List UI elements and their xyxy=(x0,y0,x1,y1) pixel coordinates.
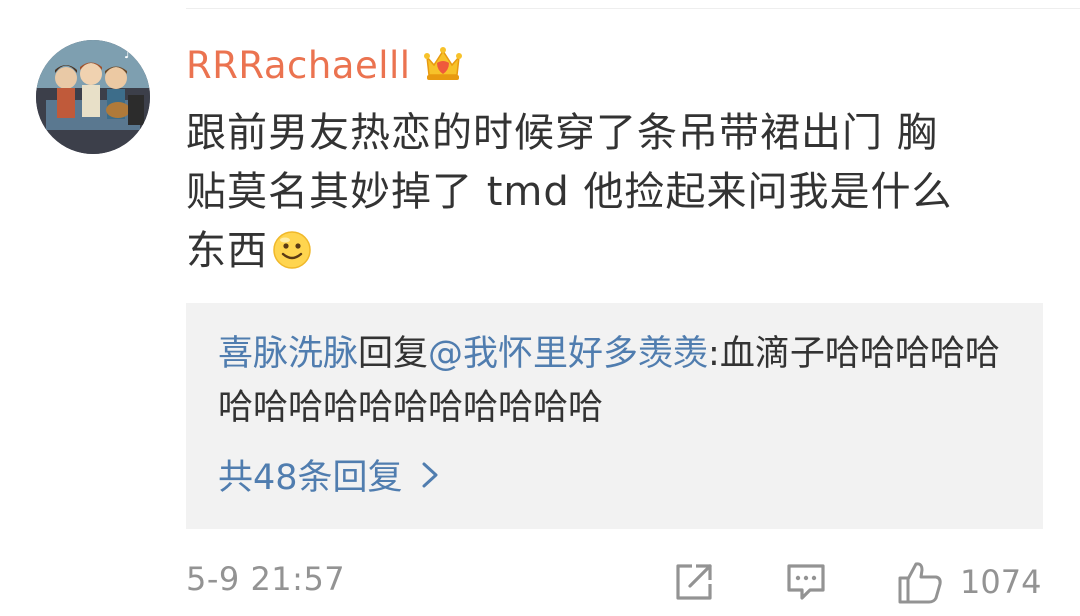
comment-line: 东西 xyxy=(186,222,1026,281)
comment-line: 跟前男友热恋的时候穿了条吊带裙出门 胸 xyxy=(186,110,938,156)
comment-footer: 5-9 21:57 1074 xyxy=(186,556,1046,608)
reply-preview-box[interactable]: 喜脉洗脉回复@我怀里好多羡羡:血滴子哈哈哈哈哈哈哈哈哈哈哈哈哈哈哈哈 共48条回… xyxy=(186,303,1043,529)
view-all-replies-link[interactable]: 共48条回复 xyxy=(218,449,439,500)
like-button[interactable]: 1074 xyxy=(896,556,1041,608)
comment-line: 贴莫名其妙掉了 tmd 他捡起来问我是什么 xyxy=(186,169,953,215)
share-icon xyxy=(676,564,712,600)
reply-text: 喜脉洗脉回复@我怀里好多羡羡:血滴子哈哈哈哈哈哈哈哈哈哈哈哈哈哈哈哈 xyxy=(218,327,1018,435)
like-count: 1074 xyxy=(960,563,1042,601)
share-button[interactable] xyxy=(672,556,716,608)
username-row: RRRachaelll xyxy=(186,38,465,92)
reply-word: 回复 xyxy=(358,334,429,374)
thumbs-up-icon xyxy=(898,562,942,604)
comment-text: 跟前男友热恋的时候穿了条吊带裙出门 胸 贴莫名其妙掉了 tmd 他捡起来问我是什… xyxy=(186,104,1026,281)
timestamp: 5-9 21:57 xyxy=(186,560,346,598)
avatar[interactable]: ♪ xyxy=(36,40,150,154)
username[interactable]: RRRachaelll xyxy=(186,44,411,87)
crown-vip-icon[interactable] xyxy=(421,43,465,87)
top-divider xyxy=(186,8,1080,9)
reply-author[interactable]: 喜脉洗脉 xyxy=(218,334,358,374)
smile-emoji-icon xyxy=(273,231,311,269)
svg-text:♪: ♪ xyxy=(124,47,132,61)
comment-button[interactable] xyxy=(784,556,828,608)
comment-icon xyxy=(787,564,825,600)
chevron-right-icon xyxy=(422,462,438,487)
reply-mention[interactable]: @我怀里好多羡羡 xyxy=(428,334,708,374)
comment-line-text: 东西 xyxy=(186,228,268,274)
view-all-replies-label: 共48条回复 xyxy=(218,458,403,498)
